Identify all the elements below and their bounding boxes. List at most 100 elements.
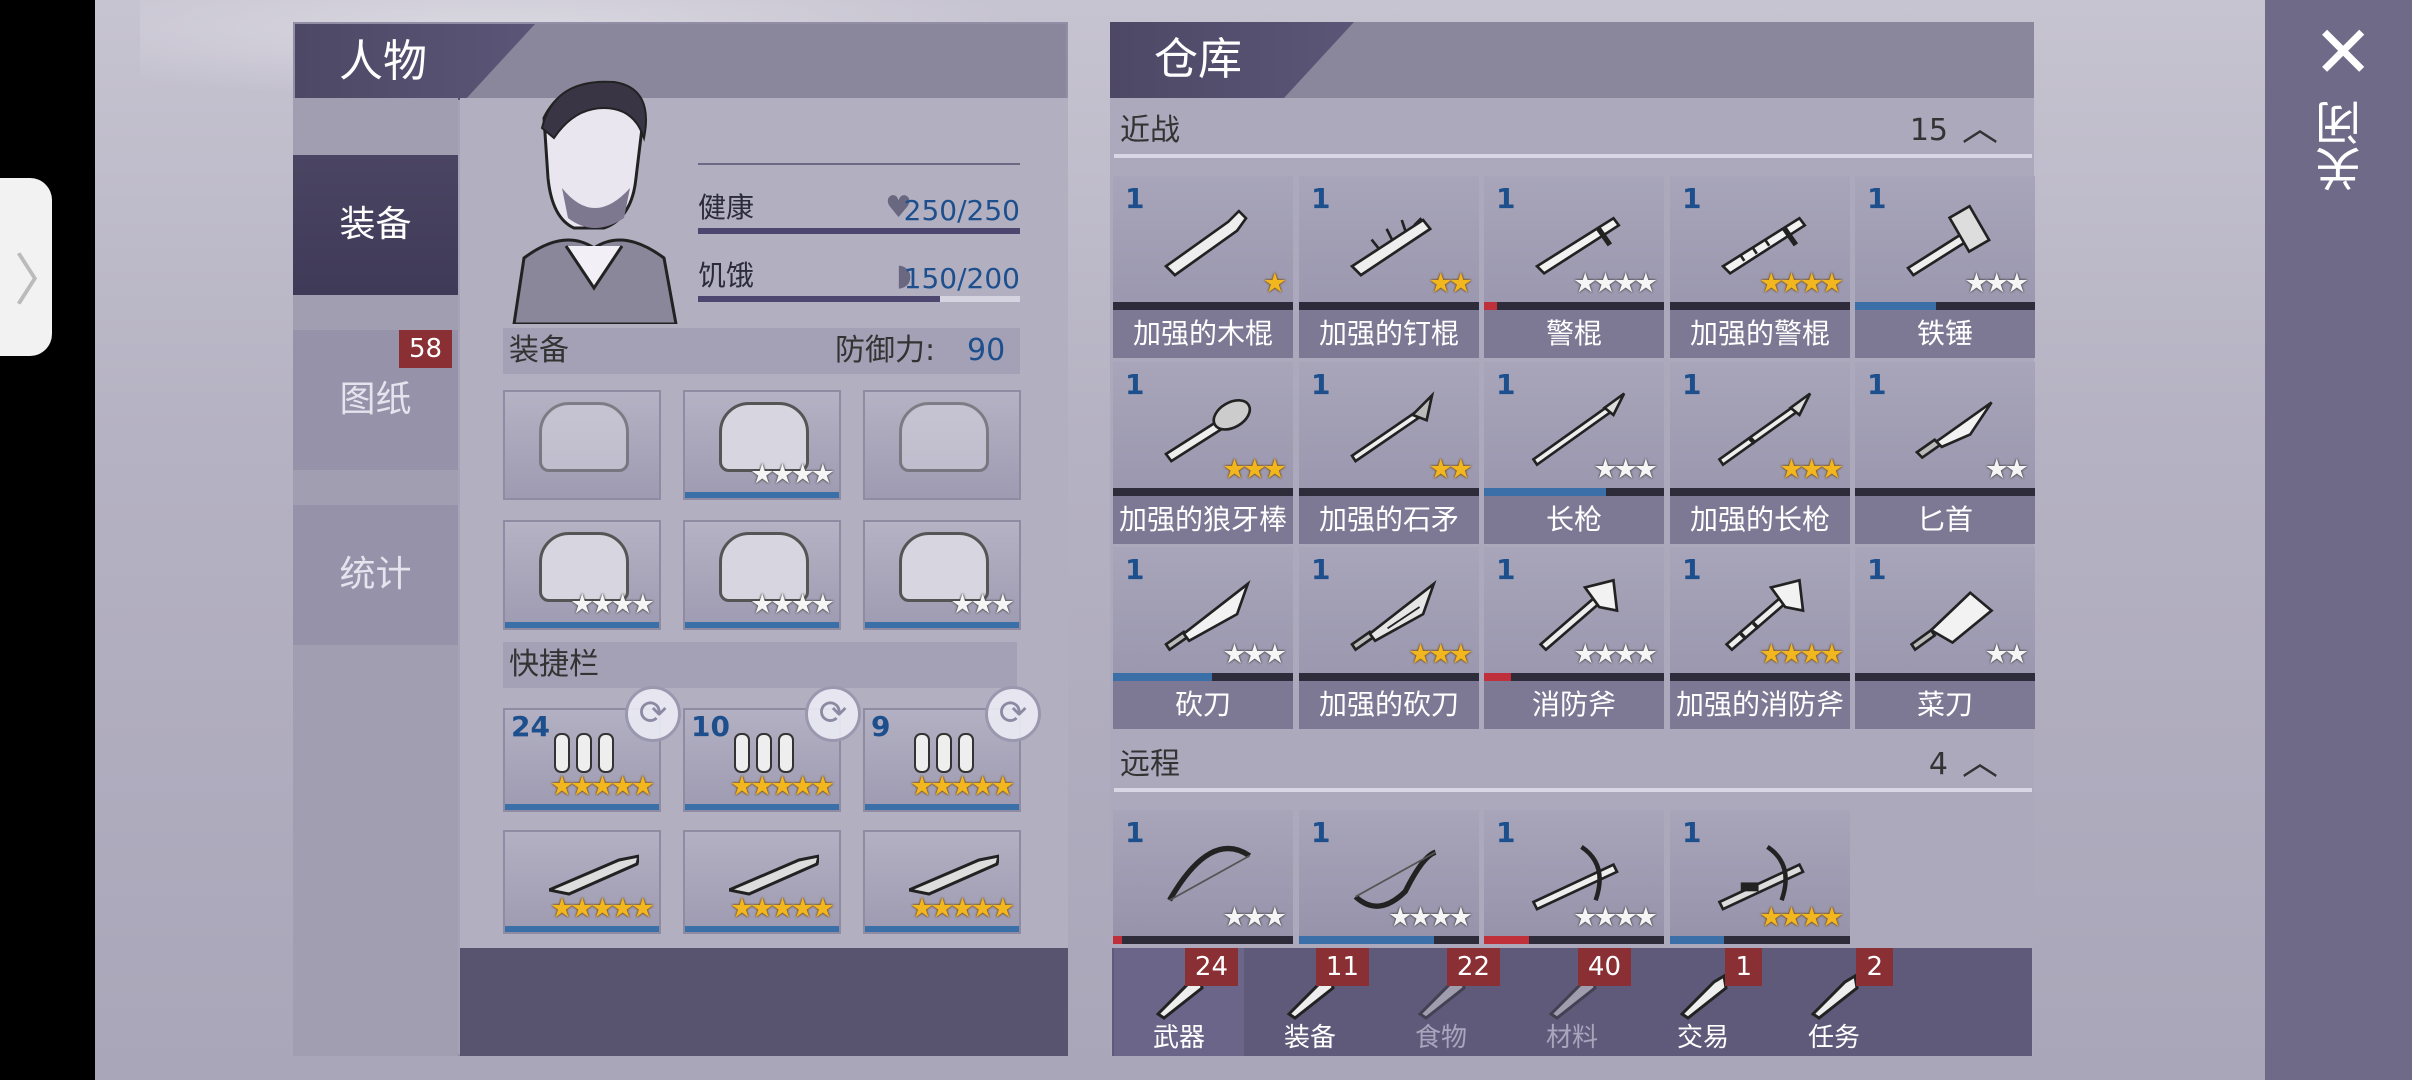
durability-fill <box>1299 488 1479 496</box>
equipment-slot-helmet[interactable] <box>503 390 661 500</box>
inventory-item[interactable]: 1 ★★★★ <box>1299 810 1479 944</box>
category-tab-shirt[interactable]: 11 装备 <box>1245 948 1375 1056</box>
star-icon: ★ <box>1573 268 1597 299</box>
refresh-icon[interactable]: ⟳ <box>805 686 861 742</box>
refresh-icon[interactable]: ⟳ <box>625 686 681 742</box>
durability-bar <box>1299 302 1479 310</box>
star-icon: ★ <box>1964 268 1988 299</box>
close-icon[interactable]: ✕ <box>2313 16 2373 88</box>
collapse-melee-icon[interactable]: ︿ <box>1962 106 1998 152</box>
category-tab-trade[interactable]: 1 交易 <box>1638 948 1768 1056</box>
quickbar-slot[interactable]: ★★★★★ <box>503 830 661 934</box>
star-icon: ★ <box>950 893 974 924</box>
close-label[interactable]: 关闭 <box>2313 100 2368 192</box>
star-icon: ★ <box>1613 639 1638 670</box>
category-badge: 24 <box>1184 948 1238 986</box>
star-icon: ★ <box>970 771 995 802</box>
item-name: 警棍 <box>1484 310 1664 358</box>
star-icon: ★ <box>1779 268 1803 299</box>
star-icon: ★ <box>1613 902 1638 933</box>
star-icon: ★ <box>549 893 574 924</box>
star-icon: ★ <box>610 589 635 620</box>
star-rating: ★★★★★ <box>730 773 835 800</box>
inventory-item[interactable]: 1 ★★★ 铁锤 <box>1855 176 2035 358</box>
durability-fill <box>1670 302 1850 310</box>
inventory-item[interactable]: 1 ★★★★ 警棍 <box>1484 176 1664 358</box>
slot-durability-bar <box>865 804 1019 810</box>
equipment-slot-gloves[interactable]: ★★★★ <box>503 520 661 630</box>
melee-section-header[interactable]: 近战 15 ︿ <box>1114 108 2032 154</box>
inventory-item[interactable]: 1 ★★ 加强的石矛 <box>1299 362 1479 544</box>
inventory-item[interactable]: 1 ★★★★ 加强的警棍 <box>1670 176 1850 358</box>
inventory-item[interactable]: 1 ★★ 匕首 <box>1855 362 2035 544</box>
refresh-icon[interactable]: ⟳ <box>985 686 1041 742</box>
inventory-item[interactable]: 1 ★★★ 砍刀 <box>1113 547 1293 729</box>
ranged-section-header[interactable]: 远程 4 ︿ <box>1114 742 2032 788</box>
tab-stats[interactable]: 统计 <box>293 505 458 645</box>
ranged-count: 4 <box>1928 747 1948 782</box>
durability-fill <box>1855 673 2035 681</box>
item-count: 1 <box>1682 553 1702 586</box>
star-rating: ★★★★ <box>750 461 835 488</box>
star-icon: ★ <box>909 893 934 924</box>
star-icon: ★ <box>1573 902 1597 933</box>
inventory-item[interactable]: 1 ★★ 菜刀 <box>1855 547 2035 729</box>
star-icon: ★ <box>990 771 1015 802</box>
quickbar-count: 24 <box>511 710 550 743</box>
item-name: 加强的警棍 <box>1670 310 1850 358</box>
category-tab-food[interactable]: 22 食物 <box>1376 948 1506 1056</box>
inventory-item[interactable]: 1 ★★★ 长枪 <box>1484 362 1664 544</box>
slot-durability-bar <box>685 622 839 628</box>
durability-bar <box>1670 936 1850 944</box>
close-sidebar[interactable]: ✕ 关闭 <box>2265 0 2412 1080</box>
equipment-slot-shoes[interactable]: ★★★ <box>863 520 1021 630</box>
star-icon: ★ <box>590 893 614 924</box>
inventory-item[interactable]: 1 ★★★ <box>1113 810 1293 944</box>
inventory-item[interactable]: 1 ★★ 加强的钉棍 <box>1299 176 1479 358</box>
stat-bar-fill <box>698 296 940 302</box>
key-icon <box>1805 970 1863 1020</box>
durability-bar <box>1484 673 1664 681</box>
durability-bar <box>1113 673 1293 681</box>
stat-bar <box>698 228 1020 234</box>
star-rating: ★★ <box>1985 641 2029 668</box>
durability-bar <box>1113 936 1293 944</box>
equipment-slot-jacket[interactable] <box>863 390 1021 500</box>
item-count: 1 <box>1682 816 1702 849</box>
tab-equipment[interactable]: 装备 <box>293 155 458 295</box>
equipment-slot-pants[interactable]: ★★★★ <box>683 520 841 630</box>
star-icon: ★ <box>1593 639 1617 670</box>
inventory-item[interactable]: 1 ★★★ 加强的狼牙棒 <box>1113 362 1293 544</box>
item-name: 加强的砍刀 <box>1299 681 1479 729</box>
durability-bar <box>1855 673 2035 681</box>
inventory-item[interactable]: 1 ★★★★ <box>1484 810 1664 944</box>
star-icon: ★ <box>1613 268 1638 299</box>
equipment-slot-shirt[interactable]: ★★★★ <box>683 390 841 500</box>
category-tab-key[interactable]: 2 任务 <box>1769 948 1899 1056</box>
category-tab-weapon[interactable]: 24 武器 <box>1114 948 1244 1056</box>
item-count: 1 <box>1125 816 1145 849</box>
star-icon: ★ <box>970 589 995 620</box>
star-rating: ★★ <box>1429 270 1473 297</box>
quickbar-slot[interactable]: ★★★★★ <box>863 830 1021 934</box>
quickbar-slot[interactable]: ★★★★★ <box>683 830 841 934</box>
durability-bar <box>1299 673 1479 681</box>
inventory-item[interactable]: 1 ★★★★ 消防斧 <box>1484 547 1664 729</box>
tab-blueprints[interactable]: 图纸 58 <box>293 330 458 470</box>
side-drawer-handle[interactable]: 〉 <box>0 178 70 356</box>
item-count: 1 <box>1311 816 1331 849</box>
star-icon: ★ <box>1984 268 2009 299</box>
star-icon: ★ <box>1242 902 1267 933</box>
stat-bar-fill <box>698 228 1020 234</box>
durability-fill <box>1484 302 1497 310</box>
star-icon: ★ <box>1222 454 1246 485</box>
inventory-item[interactable]: 1 ★★★★ 加强的消防斧 <box>1670 547 1850 729</box>
collapse-ranged-icon[interactable]: ︿ <box>1962 740 1998 786</box>
inventory-item[interactable]: 1 ★★★★ <box>1670 810 1850 944</box>
inventory-item[interactable]: 1 ★★★ 加强的长枪 <box>1670 362 1850 544</box>
star-rating: ★★★ <box>1222 454 1287 485</box>
inventory-item[interactable]: 1 ★ 加强的木棍 <box>1113 176 1293 358</box>
category-tab-material[interactable]: 40 材料 <box>1507 948 1637 1056</box>
item-count: 1 <box>1125 553 1145 586</box>
inventory-item[interactable]: 1 ★★★ 加强的砍刀 <box>1299 547 1479 729</box>
